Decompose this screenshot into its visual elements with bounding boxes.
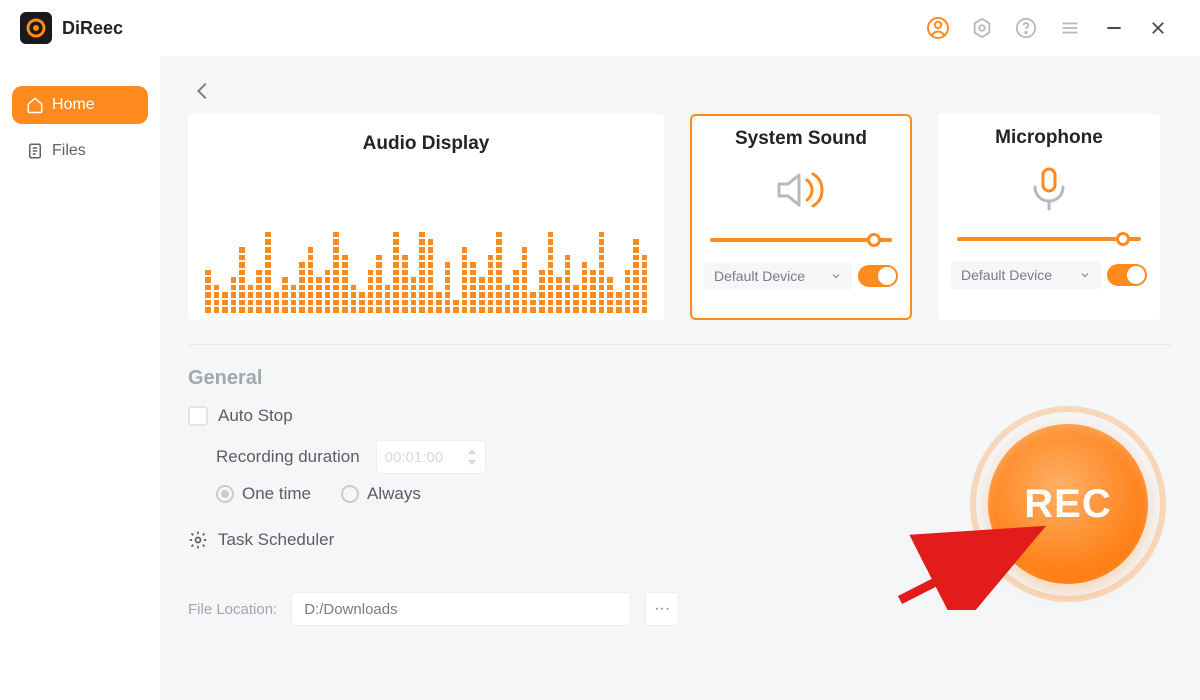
file-browse-button[interactable]: ··· — [645, 592, 679, 626]
menu-icon[interactable] — [1058, 16, 1082, 40]
home-icon — [26, 96, 44, 114]
sidebar-item-files[interactable]: Files — [12, 132, 148, 170]
auto-stop-label: Auto Stop — [218, 406, 293, 426]
chevron-down-icon — [830, 270, 842, 282]
main-panel: Audio Display System Sound — [160, 56, 1200, 700]
sidebar-item-label: Files — [52, 142, 86, 160]
microphone-title: Microphone — [951, 127, 1147, 149]
microphone-card: Microphone Default Device — [938, 114, 1160, 320]
system-sound-device-select[interactable]: Default Device — [704, 262, 852, 290]
microphone-volume-slider[interactable] — [957, 231, 1141, 247]
audio-display-card: Audio Display — [188, 114, 664, 320]
one-time-radio[interactable]: One time — [216, 484, 311, 504]
microphone-toggle[interactable] — [1107, 264, 1147, 286]
sidebar-item-label: Home — [52, 96, 95, 114]
system-sound-title: System Sound — [704, 128, 898, 150]
gear-icon — [188, 530, 208, 550]
sidebar-item-home[interactable]: Home — [12, 86, 148, 124]
divider — [188, 344, 1172, 345]
stepper-icon — [467, 449, 477, 465]
system-sound-device-label: Default Device — [714, 268, 805, 284]
microphone-device-select[interactable]: Default Device — [951, 261, 1101, 289]
close-button[interactable] — [1146, 16, 1170, 40]
duration-label: Recording duration — [216, 447, 360, 467]
duration-input[interactable]: 00:01:00 — [376, 440, 486, 474]
system-sound-card: System Sound Default Device — [690, 114, 912, 320]
one-time-label: One time — [242, 484, 311, 504]
file-location-label: File Location: — [188, 601, 277, 618]
microphone-device-label: Default Device — [961, 267, 1052, 283]
settings-icon[interactable] — [970, 16, 994, 40]
duration-value: 00:01:00 — [385, 449, 443, 466]
file-location-value: D:/Downloads — [304, 601, 397, 618]
speaker-icon — [704, 160, 898, 220]
general-heading: General — [188, 367, 1172, 390]
rec-button-wrap: REC — [970, 406, 1166, 602]
file-location-row: File Location: D:/Downloads ··· — [188, 592, 1172, 626]
file-location-input[interactable]: D:/Downloads — [291, 592, 631, 626]
titlebar: DiReec — [0, 0, 1200, 56]
auto-stop-checkbox[interactable] — [188, 406, 208, 426]
chevron-down-icon — [1079, 269, 1091, 281]
system-sound-toggle[interactable] — [858, 265, 898, 287]
always-label: Always — [367, 484, 421, 504]
audio-equalizer — [201, 165, 651, 313]
microphone-icon — [951, 159, 1147, 219]
files-icon — [26, 142, 44, 160]
back-button[interactable] — [188, 76, 218, 106]
sidebar: Home Files — [0, 56, 160, 700]
help-icon[interactable] — [1014, 16, 1038, 40]
minimize-button[interactable] — [1102, 16, 1126, 40]
audio-display-title: Audio Display — [201, 133, 651, 155]
task-scheduler-label: Task Scheduler — [218, 530, 334, 550]
app-logo — [20, 12, 52, 44]
app-name: DiReec — [62, 18, 123, 39]
system-sound-volume-slider[interactable] — [710, 232, 892, 248]
radio-icon — [341, 485, 359, 503]
always-radio[interactable]: Always — [341, 484, 421, 504]
radio-icon — [216, 485, 234, 503]
account-icon[interactable] — [926, 16, 950, 40]
